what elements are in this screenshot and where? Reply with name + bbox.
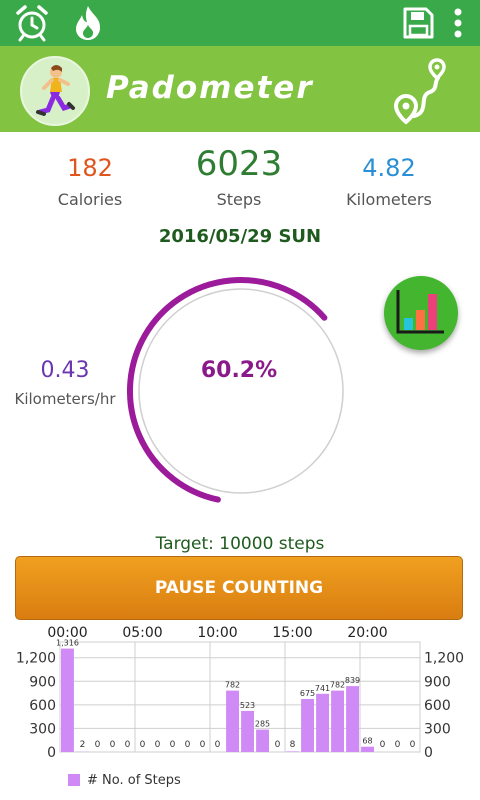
bar-value-label: 0 (380, 740, 386, 750)
target-label: Target: 10000 steps (155, 534, 325, 554)
kilometers-stat: 4.82 Kilometers (309, 154, 469, 209)
progress-percent: 60.2% (200, 358, 278, 383)
speed-label: Kilometers/hr (14, 390, 116, 408)
x-tick-label: 00:00 (47, 625, 87, 641)
step-bar (331, 690, 344, 752)
progress-ring-arc (127, 277, 328, 503)
y-tick-left: 600 (29, 698, 56, 714)
steps-value: 6023 (195, 144, 283, 184)
y-tick-right: 600 (424, 698, 451, 714)
route-map-icon[interactable] (390, 56, 450, 126)
flame-icon[interactable] (68, 3, 108, 43)
calories-stat: 182 Calories (10, 154, 170, 209)
bar-value-label: 0 (95, 740, 101, 750)
bar-value-label: 523 (240, 701, 255, 710)
bar-value-label: 741 (315, 684, 330, 693)
x-tick-label: 05:00 (122, 625, 162, 641)
steps-chart: 1,3162 0 0 0 0 0 0 0 0 07825232850 8675741 782 83968… (16, 625, 464, 788)
bar-value-label: 0 (155, 740, 161, 750)
bar-value-label: 2 (80, 740, 86, 750)
alarm-icon[interactable] (12, 3, 52, 43)
bar-chart-icon (396, 290, 444, 334)
pause-counting-button[interactable]: PAUSE COUNTING (15, 556, 463, 620)
step-bar (226, 690, 239, 752)
status-bar (0, 0, 480, 46)
more-vert-icon[interactable] (438, 3, 478, 43)
chart-frame (59, 641, 421, 753)
progress-ring-track (138, 288, 344, 494)
bar-value-label: 782 (225, 681, 240, 690)
chart-grid (59, 641, 421, 753)
steps-label: Steps (216, 190, 262, 209)
bar-value-label: 675 (300, 689, 315, 698)
step-bar (346, 686, 359, 752)
calories-label: Calories (57, 190, 123, 209)
bar-value-label: 0 (275, 740, 281, 750)
y-tick-right: 1,200 (424, 651, 464, 667)
app-title: Padometer (106, 70, 314, 106)
x-tick-label: 20:00 (347, 625, 387, 641)
y-tick-left: 900 (29, 674, 56, 690)
bar-value-label: 782 (330, 681, 345, 690)
calories-value: 182 (67, 154, 113, 182)
bar-value-label: 0 (140, 740, 146, 750)
bar-value-label: 839 (345, 676, 360, 685)
y-tick-right: 0 (424, 745, 433, 761)
bar-value-label: 0 (200, 740, 206, 750)
chart-bars (61, 648, 374, 752)
avatar[interactable] (20, 56, 90, 126)
progress-ring (127, 277, 344, 503)
kilometers-label: Kilometers (346, 190, 432, 209)
step-bar (241, 710, 254, 752)
bar-value-label: 285 (255, 720, 270, 729)
save-icon[interactable] (398, 3, 438, 43)
x-tick-label: 15:00 (272, 625, 312, 641)
bar-value-label: 0 (125, 740, 131, 750)
legend-label: # No. of Steps (87, 773, 181, 788)
speed-value: 0.43 (40, 358, 90, 383)
runner-icon (36, 65, 75, 116)
step-bar (361, 746, 374, 752)
y-tick-right: 300 (424, 721, 451, 737)
step-bar (286, 751, 299, 752)
statistics-button[interactable] (384, 276, 458, 350)
step-bar (61, 648, 74, 752)
step-bar (256, 729, 269, 752)
bar-value-label: 0 (110, 740, 116, 750)
bar-value-label: 8 (290, 740, 296, 750)
kilometers-value: 4.82 (362, 154, 416, 182)
date-label: 2016/05/29 SUN (158, 226, 322, 247)
y-tick-right: 900 (424, 674, 451, 690)
y-tick-left: 300 (29, 721, 56, 737)
legend-swatch (68, 774, 80, 786)
app-bar: Padometer (0, 46, 480, 132)
bar-value-label: 68 (362, 737, 372, 746)
step-bar (301, 699, 314, 752)
bar-value-label: 0 (395, 740, 401, 750)
step-bar (316, 693, 329, 752)
y-tick-left: 0 (47, 745, 56, 761)
bar-value-label: 0 (410, 740, 416, 750)
y-tick-left: 1,200 (16, 651, 56, 667)
bar-value-label: 0 (170, 740, 176, 750)
x-tick-label: 10:00 (197, 625, 237, 641)
steps-stat: 6023 Steps (159, 144, 319, 209)
bar-value-label: 0 (215, 740, 221, 750)
bar-value-label: 0 (185, 740, 191, 750)
